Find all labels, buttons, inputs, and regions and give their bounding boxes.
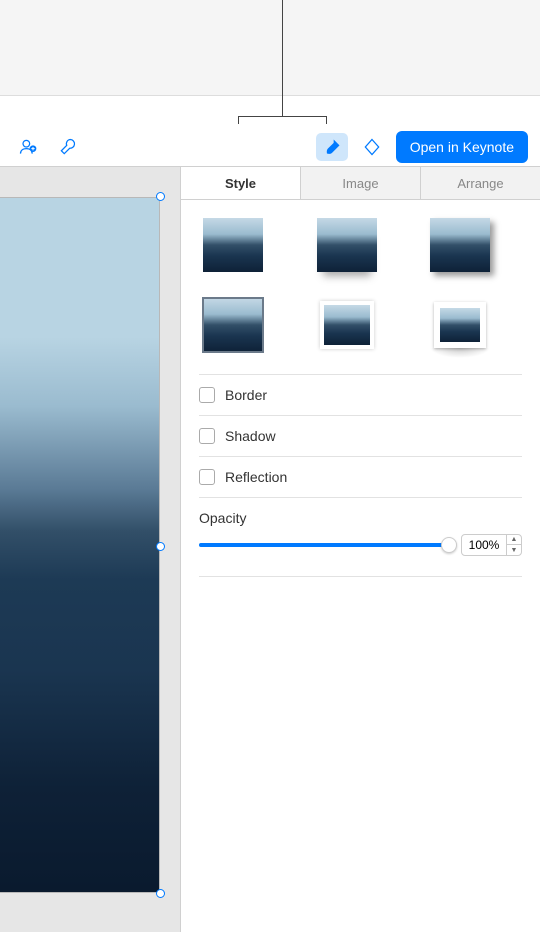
opacity-section: Opacity ▲ ▼ (199, 498, 522, 568)
tab-label: Arrange (457, 176, 503, 191)
selection-handle-mid-right[interactable] (156, 542, 165, 551)
toolbar-row: Open in Keynote (0, 126, 540, 168)
main-area: Style Image Arrange Border (0, 167, 540, 932)
thumb-preview (317, 218, 377, 272)
image-style-option-5[interactable] (313, 294, 381, 356)
opacity-stepper: ▲ ▼ (461, 534, 522, 556)
border-label: Border (225, 387, 267, 403)
format-tabs: Style Image Arrange (181, 167, 540, 200)
tab-label: Image (342, 176, 378, 191)
opacity-controls: ▲ ▼ (199, 534, 522, 556)
shadow-section[interactable]: Shadow (199, 415, 522, 456)
collaborate-button[interactable] (12, 133, 44, 161)
image-style-option-2[interactable] (313, 214, 381, 276)
open-button-label: Open in Keynote (410, 139, 514, 155)
tab-image[interactable]: Image (300, 167, 420, 199)
diamond-icon (362, 137, 382, 157)
image-style-option-3[interactable] (426, 214, 494, 276)
slider-fill (199, 543, 449, 547)
open-in-keynote-button[interactable]: Open in Keynote (396, 131, 528, 163)
image-style-option-6[interactable] (426, 294, 494, 356)
tab-style[interactable]: Style (181, 167, 300, 199)
border-section[interactable]: Border (199, 374, 522, 415)
thumb-preview (203, 298, 263, 352)
selection-handle-top-right[interactable] (156, 192, 165, 201)
thumb-preview (434, 302, 486, 348)
animate-button[interactable] (356, 133, 388, 161)
stepper-up[interactable]: ▲ (507, 535, 521, 545)
callout-pointer-line (282, 0, 283, 116)
thumb-preview (430, 218, 490, 272)
format-panel: Style Image Arrange Border (180, 167, 540, 932)
panel-body: Border Shadow Reflection Opacity (181, 200, 540, 591)
image-style-option-1[interactable] (199, 214, 267, 276)
wrench-icon (58, 137, 78, 157)
reflection-section[interactable]: Reflection (199, 456, 522, 498)
tools-button[interactable] (52, 133, 84, 161)
panel-divider (199, 576, 522, 577)
format-button[interactable] (316, 133, 348, 161)
stepper-buttons: ▲ ▼ (506, 535, 521, 555)
image-style-option-4[interactable] (199, 294, 267, 356)
toolbar: Johnny ▼ ? (0, 95, 540, 167)
thumb-preview (203, 218, 263, 272)
image-style-grid (199, 214, 522, 356)
reflection-checkbox[interactable] (199, 469, 215, 485)
selection-handle-bottom-right[interactable] (156, 889, 165, 898)
opacity-label: Opacity (199, 510, 522, 526)
slider-knob[interactable] (441, 537, 457, 553)
callout-bracket (238, 116, 327, 124)
thumb-preview (320, 301, 374, 349)
paintbrush-icon (322, 137, 342, 157)
shadow-checkbox[interactable] (199, 428, 215, 444)
image-content (0, 198, 159, 892)
reflection-label: Reflection (225, 469, 287, 485)
person-plus-icon (18, 137, 38, 157)
slide-canvas[interactable] (0, 167, 180, 932)
border-checkbox[interactable] (199, 387, 215, 403)
opacity-slider[interactable] (199, 536, 449, 554)
shadow-label: Shadow (225, 428, 276, 444)
selected-image[interactable] (0, 197, 160, 893)
tab-arrange[interactable]: Arrange (420, 167, 540, 199)
stepper-down[interactable]: ▼ (507, 545, 521, 555)
opacity-input[interactable] (462, 538, 506, 552)
tab-label: Style (225, 176, 256, 191)
